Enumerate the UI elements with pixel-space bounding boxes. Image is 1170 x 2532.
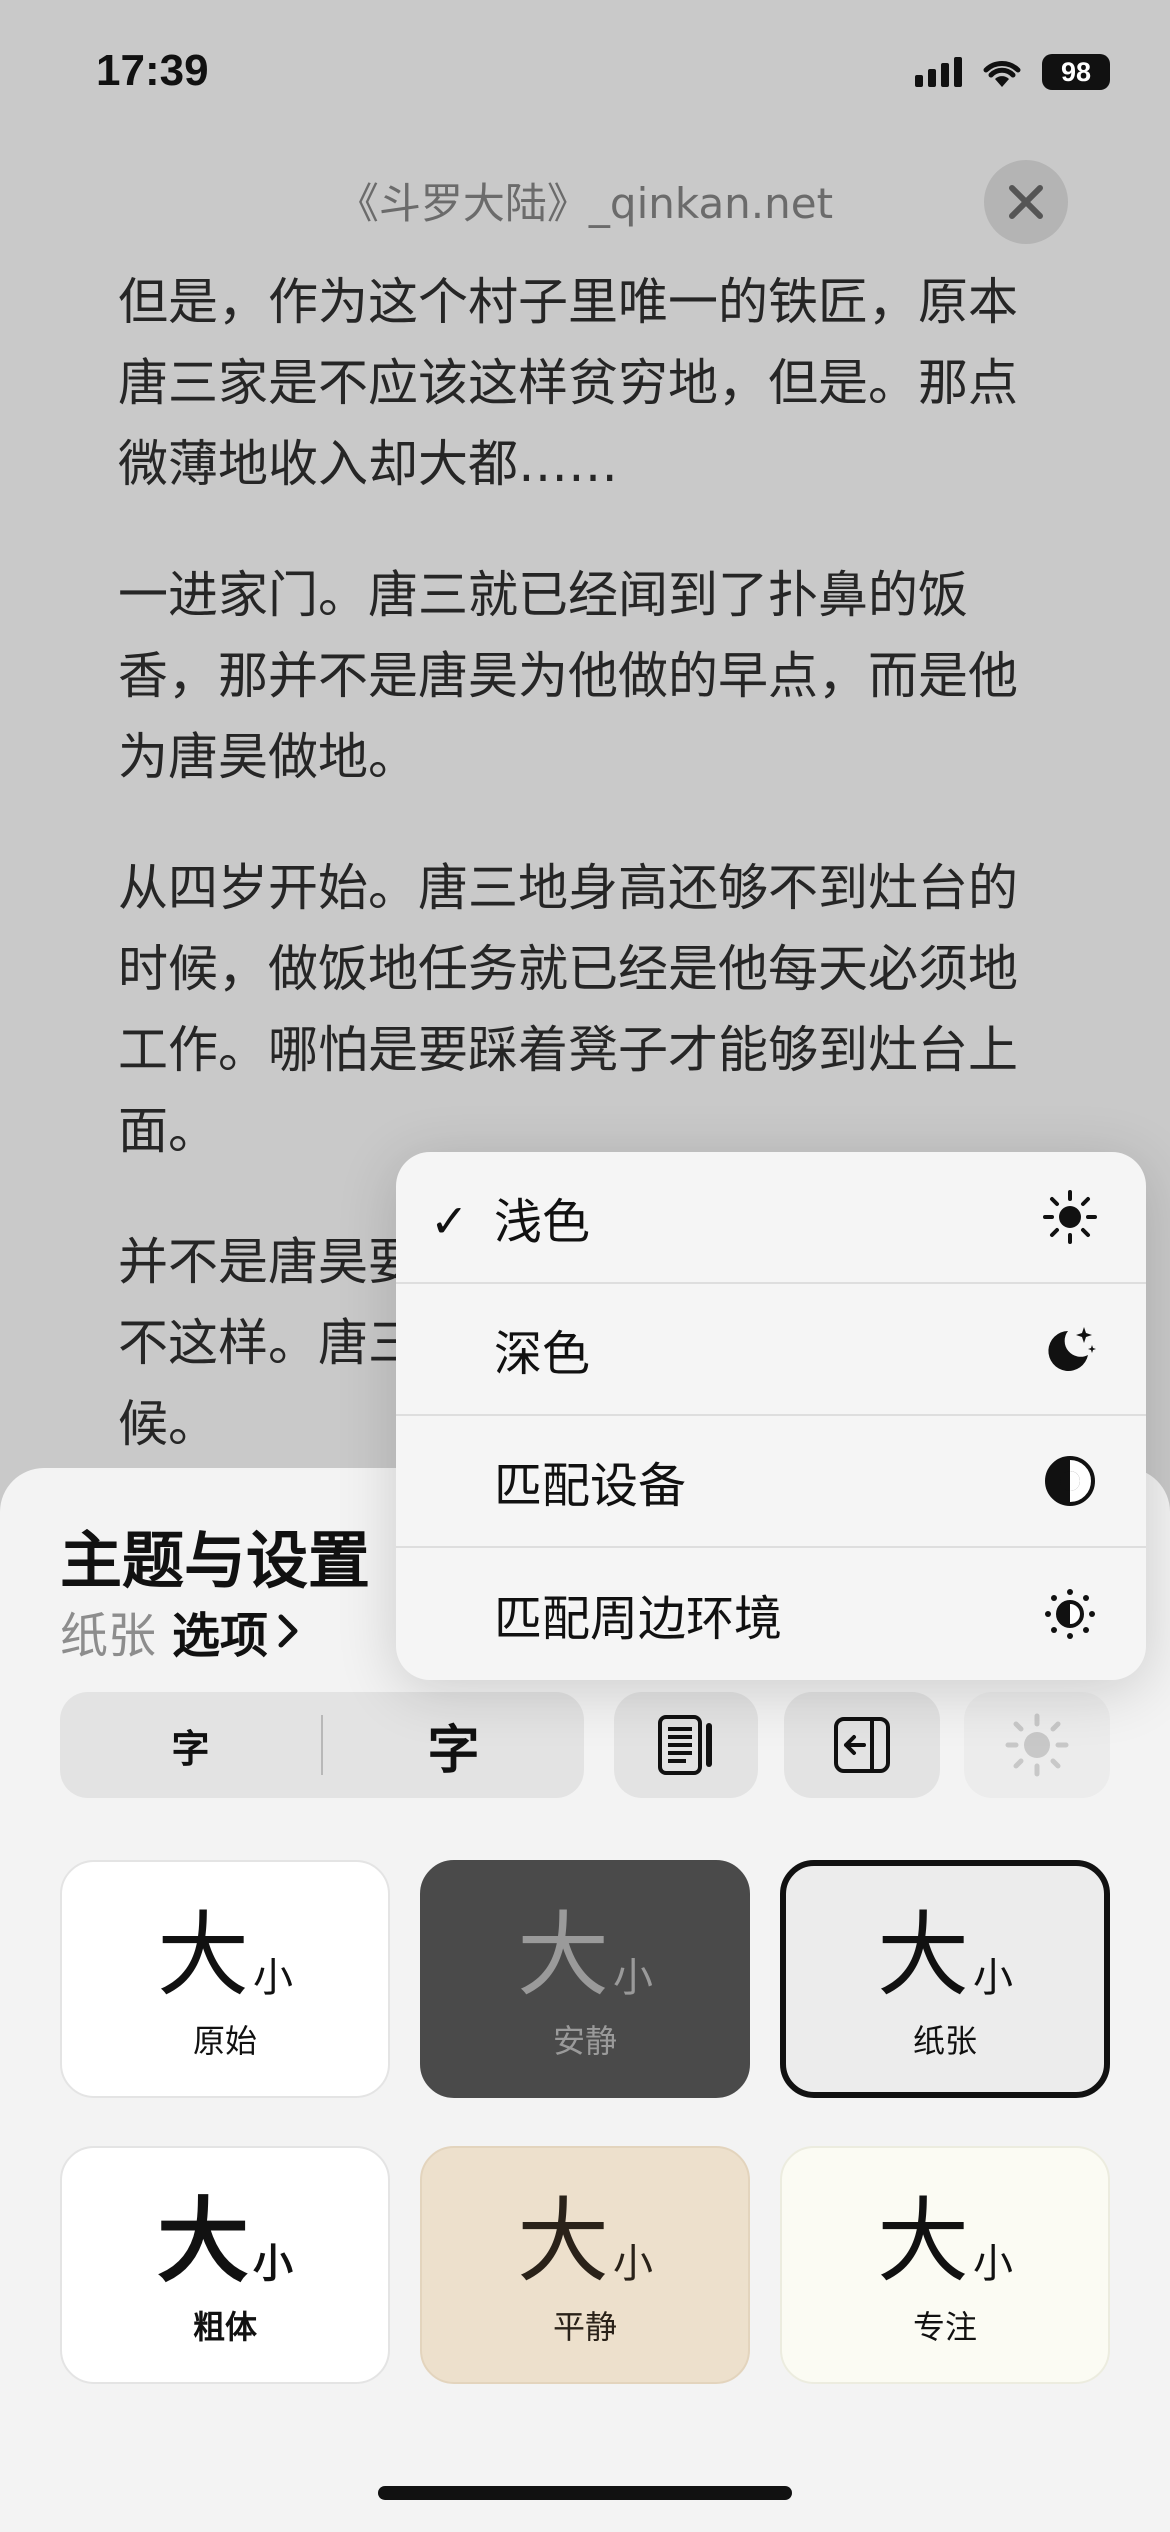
increase-font-button[interactable]: 字 [323,1692,584,1798]
theme-paper-selected[interactable]: 大 小 纸张 [780,1860,1110,2098]
theme-name: 粗体 [192,2308,257,2346]
theme-sample-small: 小 [973,1955,1013,2001]
theme-name: 平静 [552,2308,617,2346]
controls-row: 字 字 [0,1692,1170,1798]
chevron-right-icon [278,1614,298,1648]
moon-stars-icon [1042,1321,1098,1377]
theme-sample-small: 小 [613,2241,653,2287]
sheet-title: 主题与设置 [60,1524,371,1597]
menu-item-light[interactable]: ✓ 浅色 [396,1152,1146,1284]
page-turn-icon [834,1717,890,1773]
decrease-font-button[interactable]: 字 [60,1692,321,1798]
paragraph: 但是，作为这个村子里唯一的铁匠，原本唐三家是不应该这样贫穷地，但是。那点微薄地收… [118,273,1018,493]
theme-name: 原始 [192,2022,257,2060]
checkmark-icon: ✓ [430,1194,469,1248]
theme-sample: 大 小 [157,2182,293,2292]
close-button[interactable] [984,160,1068,244]
battery-indicator: 98 [1042,54,1110,90]
half-circle-icon [1042,1453,1098,1509]
theme-original[interactable]: 大 小 原始 [60,1860,390,2098]
theme-sample: 大 小 [517,2182,653,2292]
current-theme-name: 纸张 [60,1608,157,1664]
menu-item-match-device[interactable]: 匹配设备 [396,1416,1146,1548]
home-indicator[interactable] [378,2486,792,2500]
menu-item-match-surroundings[interactable]: 匹配周边环境 [396,1548,1146,1680]
status-bar: 17:39 98 [0,0,1170,150]
theme-sample-small: 小 [253,1955,293,2001]
theme-sample: 大 小 [157,1896,293,2006]
theme-calm[interactable]: 大 小 平静 [420,2146,750,2384]
theme-sample-big: 大 [156,2188,249,2295]
theme-sample-small: 小 [613,1955,653,2001]
theme-options-row: 纸张 选项 [60,1596,300,1666]
theme-name: 专注 [912,2308,977,2346]
close-icon [1009,185,1043,219]
options-button[interactable]: 选项 [172,1596,300,1666]
theme-sample-big: 大 [516,2188,609,2295]
options-label: 选项 [172,1608,269,1664]
theme-sample-big: 大 [516,1902,609,2009]
theme-sample-small: 小 [973,2241,1013,2287]
theme-sample-big: 大 [876,2188,969,2295]
menu-item-label: 匹配周边环境 [494,1591,783,1647]
wifi-icon [983,61,1021,87]
theme-name: 纸张 [912,2022,977,2060]
cellular-signal-icon [915,57,962,87]
scroll-view-button[interactable] [614,1692,758,1798]
page-turn-button[interactable] [784,1692,940,1798]
theme-quiet[interactable]: 大 小 安静 [420,1860,750,2098]
theme-bold[interactable]: 大 小 粗体 [60,2146,390,2384]
auto-brightness-icon [1042,1586,1098,1642]
brightness-button[interactable] [964,1692,1110,1798]
menu-item-label: 匹配设备 [494,1458,687,1514]
menu-item-label: 浅色 [494,1194,591,1250]
menu-item-label: 深色 [494,1326,591,1382]
status-time: 17:39 [96,46,209,95]
theme-name: 安静 [552,2022,617,2060]
theme-sample: 大 小 [877,2182,1013,2292]
brightness-icon [1005,1713,1069,1777]
theme-sample: 大 小 [877,1896,1013,2006]
theme-sample-small: 小 [253,2241,293,2287]
paragraph: 从四岁开始。唐三地身高还够不到灶台的时候，做饭地任务就已经是他每天必须地工作。哪… [118,859,1018,1160]
theme-focus[interactable]: 大 小 专注 [780,2146,1110,2384]
theme-sample: 大 小 [517,1896,653,2006]
menu-item-dark[interactable]: 深色 [396,1284,1146,1416]
font-size-control: 字 字 [60,1692,584,1798]
theme-sample-big: 大 [156,1902,249,2009]
sun-icon [1042,1189,1098,1245]
screen: 17:39 98 《斗罗大陆》_qinkan.net 但是，作为这个村子里唯一的… [0,0,1170,2532]
paragraph: 一进家门。唐三就已经闻到了扑鼻的饭香，那并不是唐昊为他做的早点，而是他为唐昊做地… [118,566,1018,786]
page-scroll-icon [658,1715,712,1775]
appearance-menu: ✓ 浅色 深色 匹配设备 匹配周边环境 [396,1152,1146,1680]
status-indicators: 98 [915,54,1110,90]
theme-sample-big: 大 [876,1902,969,2009]
